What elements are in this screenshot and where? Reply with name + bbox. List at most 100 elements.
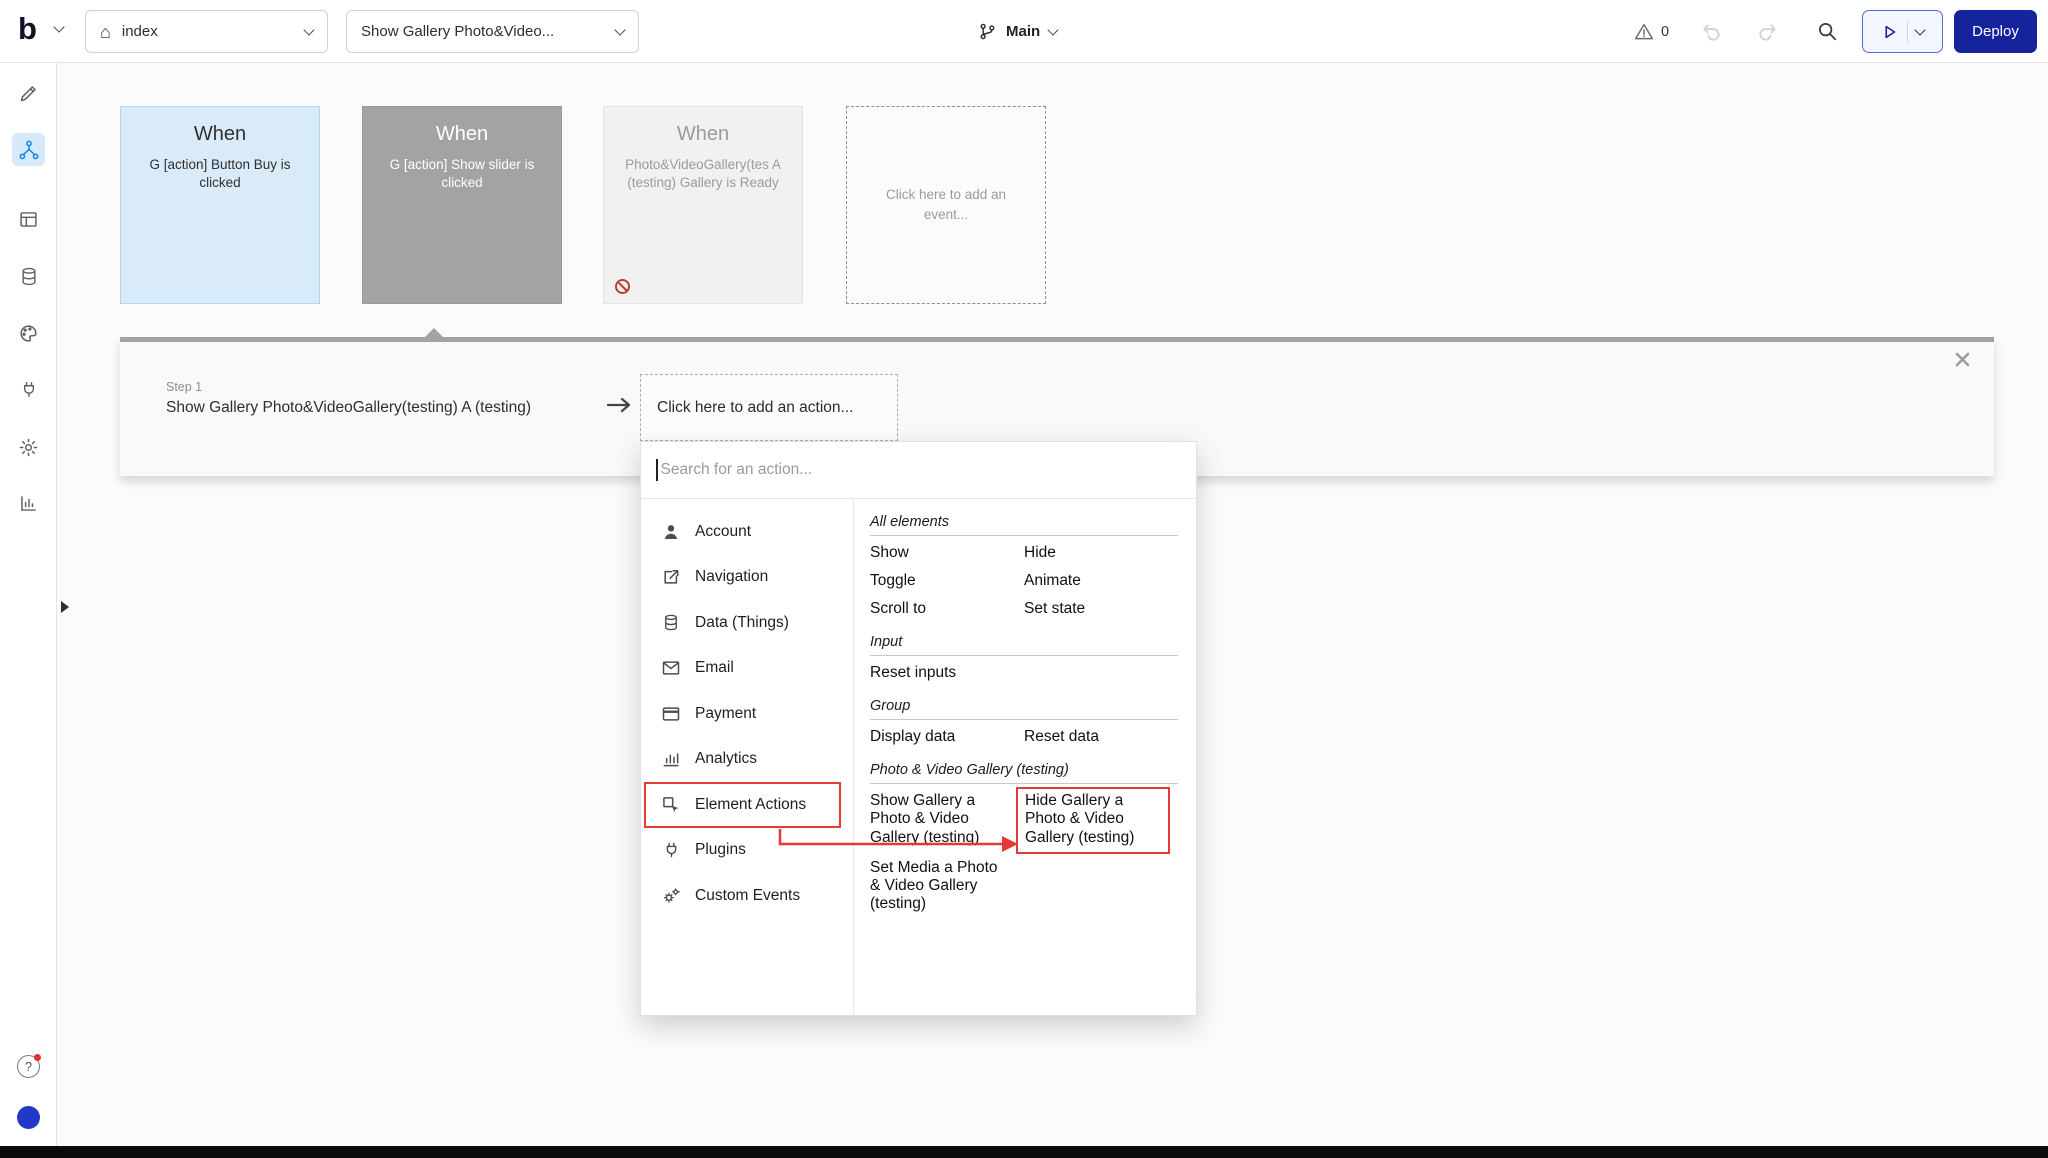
category-label: Email [695, 659, 734, 677]
panel-expand-handle[interactable] [61, 601, 69, 613]
action-item-reset-inputs[interactable]: Reset inputs [870, 659, 1024, 687]
action-item-show[interactable]: Show [870, 539, 1024, 567]
event-card-disabled[interactable]: When Photo&VideoGallery(tes A (testing) … [603, 106, 803, 304]
plug-icon [19, 379, 39, 400]
action-item-hide[interactable]: Hide [1024, 539, 1178, 567]
add-event-card[interactable]: Click here to add an event... [846, 106, 1046, 304]
action-item-scroll-to[interactable]: Scroll to [870, 595, 1024, 623]
event-title: When [133, 123, 307, 146]
workflow-selector-dropdown[interactable]: Show Gallery Photo&Video... [346, 10, 639, 53]
action-item-set-state[interactable]: Set state [1024, 595, 1178, 623]
action-picker-popup: Search for an action... Account Navigati… [640, 441, 1197, 1016]
action-search-input[interactable]: Search for an action... [641, 442, 1196, 499]
event-card-selected[interactable]: When G [action] Show slider is clicked [362, 106, 562, 304]
action-category-account[interactable]: Account [641, 509, 853, 555]
play-icon [1881, 23, 1899, 41]
category-label: Element Actions [695, 796, 806, 814]
action-list-panel: All elements Show Hide Toggle Animate Sc… [854, 499, 1196, 1015]
text-cursor [656, 459, 658, 481]
top-bar: b ⌂ index Show Gallery Photo&Video... Ma… [0, 0, 2048, 63]
panel-notch [425, 328, 443, 337]
database-icon [19, 266, 39, 287]
category-label: Account [695, 523, 751, 541]
event-title: When [616, 123, 790, 146]
category-label: Analytics [695, 750, 757, 768]
payment-icon [660, 703, 682, 725]
action-category-element-actions[interactable]: Element Actions [644, 782, 841, 828]
chevron-down-icon [1048, 24, 1059, 35]
action-category-analytics[interactable]: Analytics [641, 737, 853, 783]
redo-button[interactable] [1756, 20, 1779, 43]
section-header: Group [870, 693, 1178, 720]
palette-icon [18, 323, 39, 344]
section-header: All elements [870, 509, 1178, 536]
issues-count: 0 [1661, 24, 1669, 40]
step-title[interactable]: Show Gallery Photo&VideoGallery(testing)… [166, 399, 531, 417]
action-item-reset-data[interactable]: Reset data [1024, 723, 1178, 751]
action-category-data[interactable]: Data (Things) [641, 600, 853, 646]
account-icon [660, 521, 682, 543]
prohibited-icon [615, 279, 630, 294]
action-category-email[interactable]: Email [641, 646, 853, 692]
sidebar-item-settings[interactable] [12, 431, 45, 464]
sidebar-item-design[interactable] [12, 77, 45, 110]
preview-button[interactable] [1862, 10, 1943, 53]
question-icon: ? [25, 1059, 32, 1074]
close-panel-button[interactable] [1955, 352, 1970, 367]
notification-dot [34, 1054, 41, 1061]
gear-icon [18, 437, 39, 458]
branch-selector[interactable]: Main [978, 0, 1057, 63]
section-header: Input [870, 629, 1178, 656]
event-title: When [375, 123, 549, 146]
email-icon [660, 657, 682, 679]
action-category-payment[interactable]: Payment [641, 691, 853, 737]
sidebar-item-styles[interactable] [12, 317, 45, 350]
page-selector-value: index [122, 23, 294, 40]
sidebar-item-plugins[interactable] [12, 373, 45, 406]
page-selector-dropdown[interactable]: ⌂ index [85, 10, 328, 53]
add-event-placeholder: Click here to add an event... [881, 185, 1011, 226]
chart-icon [18, 493, 39, 514]
help-button[interactable]: ? [17, 1055, 40, 1078]
logo-menu-chevron-icon[interactable] [53, 21, 64, 32]
search-placeholder: Search for an action... [661, 461, 813, 479]
deploy-button[interactable]: Deploy [1954, 10, 2037, 53]
undo-button[interactable] [1700, 20, 1723, 43]
action-item-toggle[interactable]: Toggle [870, 567, 1024, 595]
sidebar-item-pages[interactable] [12, 203, 45, 236]
home-icon: ⌂ [100, 23, 111, 41]
search-button[interactable] [1816, 20, 1838, 42]
event-description: G [action] Button Buy is clicked [133, 156, 307, 192]
workflow-icon [18, 139, 40, 161]
step-number-label: Step 1 [166, 380, 202, 394]
sidebar-item-data[interactable] [12, 260, 45, 293]
gears-icon [660, 885, 682, 907]
action-category-navigation[interactable]: Navigation [641, 555, 853, 601]
action-category-custom-events[interactable]: Custom Events [641, 873, 853, 919]
action-category-plugins[interactable]: Plugins [641, 828, 853, 874]
action-item-hide-gallery[interactable]: Hide Gallery a Photo & Video Gallery (te… [1016, 787, 1170, 854]
branch-icon [978, 22, 997, 41]
action-item-animate[interactable]: Animate [1024, 567, 1178, 595]
category-label: Custom Events [695, 887, 800, 905]
issues-indicator[interactable]: 0 [1634, 0, 1669, 63]
section-group: Group Display data Reset data [870, 693, 1178, 757]
avatar[interactable] [17, 1106, 40, 1129]
sidebar-item-logs[interactable] [12, 487, 45, 520]
divider [1907, 21, 1908, 43]
add-action-box[interactable]: Click here to add an action... [640, 374, 898, 441]
bubble-logo[interactable]: b [18, 11, 37, 47]
pencil-icon [18, 83, 39, 104]
category-label: Data (Things) [695, 614, 789, 632]
sidebar-item-workflow[interactable] [12, 133, 45, 166]
arrow-right-icon [606, 397, 632, 413]
section-all-elements: All elements Show Hide Toggle Animate Sc… [870, 509, 1178, 629]
plug-icon [660, 839, 682, 861]
action-item-set-media[interactable]: Set Media a Photo & Video Gallery (testi… [870, 854, 1024, 919]
event-description: G [action] Show slider is clicked [375, 156, 549, 192]
event-card[interactable]: When G [action] Button Buy is clicked [120, 106, 320, 304]
database-icon [660, 612, 682, 634]
category-label: Payment [695, 705, 756, 723]
action-item-show-gallery[interactable]: Show Gallery a Photo & Video Gallery (te… [870, 787, 1024, 854]
action-item-display-data[interactable]: Display data [870, 723, 1024, 751]
